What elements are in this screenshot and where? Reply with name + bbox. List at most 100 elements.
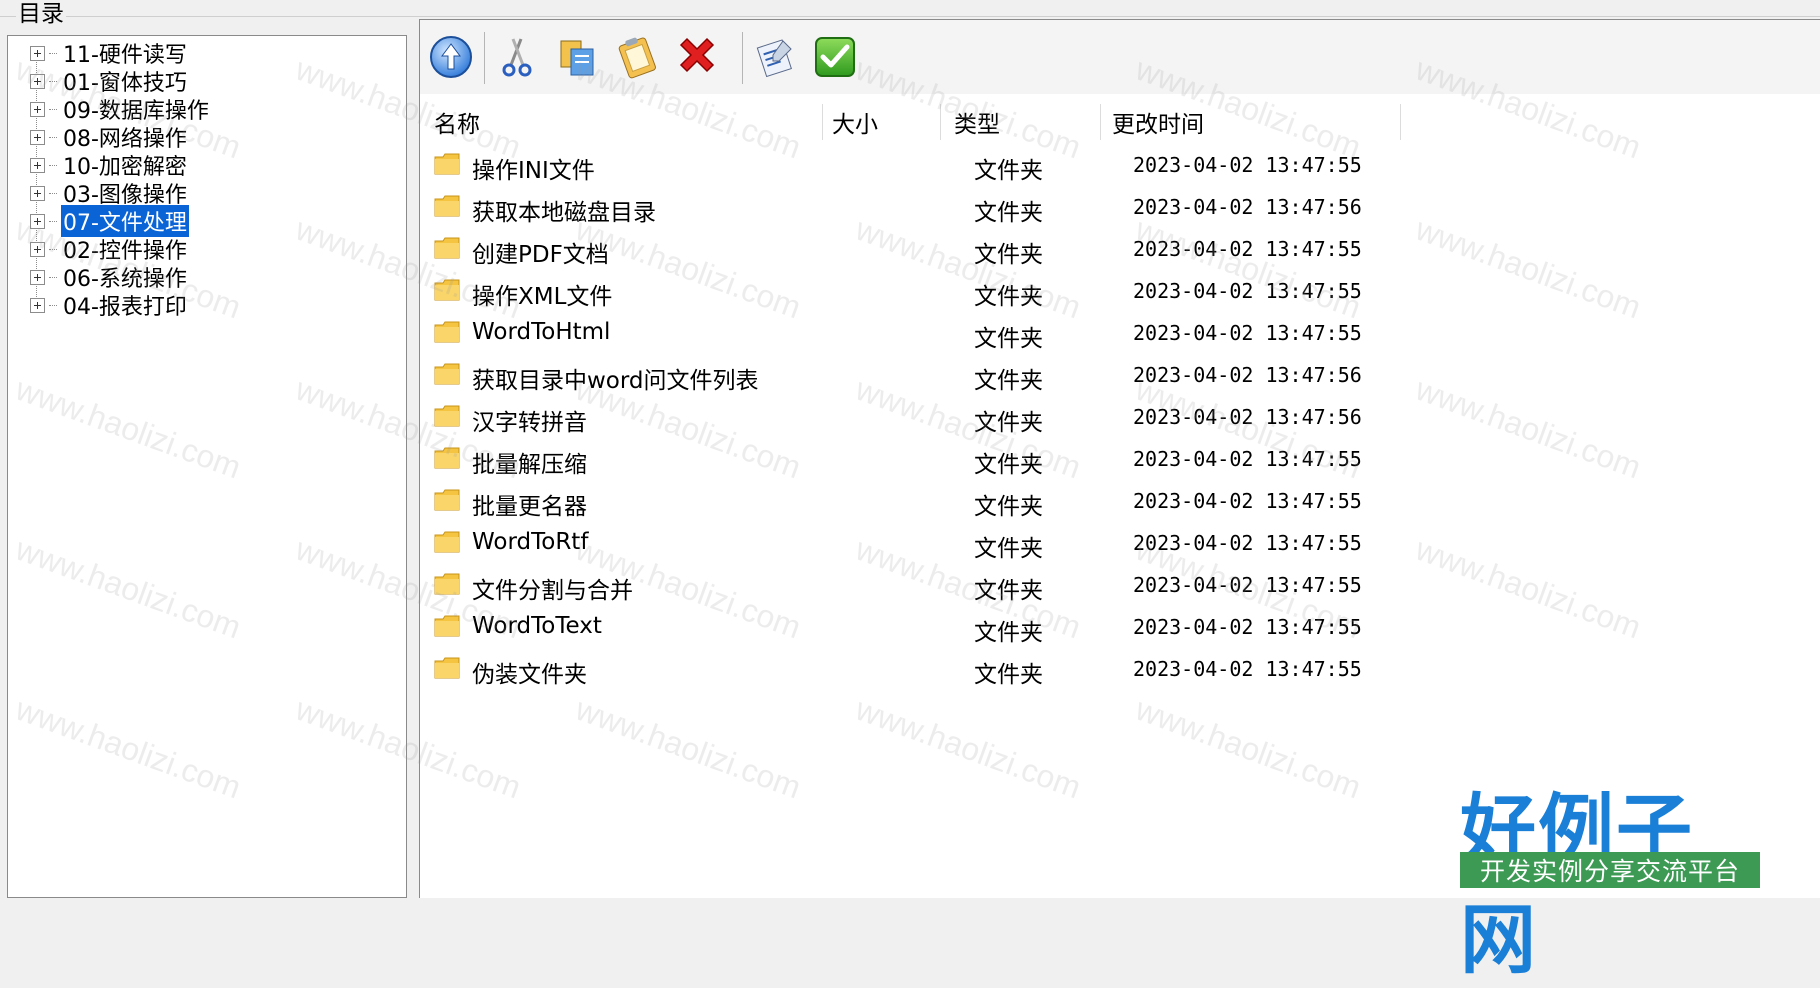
file-row[interactable]: WordToHtml 文件夹 2023-04-02 13:47:55	[434, 312, 1534, 352]
tree-item-06[interactable]: 06-系统操作	[30, 264, 189, 292]
file-row[interactable]: 汉字转拼音 文件夹 2023-04-02 13:47:56	[434, 396, 1534, 436]
confirm-button[interactable]	[812, 34, 858, 80]
file-row[interactable]: 批量更名器 文件夹 2023-04-02 13:47:55	[434, 480, 1534, 520]
folder-icon	[434, 405, 460, 427]
expand-plus-icon[interactable]	[30, 241, 45, 257]
delete-button[interactable]	[674, 34, 720, 80]
rename-button[interactable]	[752, 34, 798, 80]
file-modified: 2023-04-02 13:47:55	[1133, 237, 1362, 261]
file-type: 文件夹	[974, 158, 1043, 184]
file-row[interactable]: WordToRtf 文件夹 2023-04-02 13:47:55	[434, 522, 1534, 562]
file-browser-pane: 名称 大小 类型 更改时间 操作INI文件 文件夹 2023-04-02 13:…	[419, 19, 1820, 898]
paste-icon	[618, 37, 656, 79]
tree-item-label[interactable]: 04-报表打印	[61, 289, 189, 321]
copy-button[interactable]	[554, 34, 600, 80]
column-divider[interactable]	[1400, 104, 1401, 140]
file-type: 文件夹	[974, 662, 1043, 688]
tree-connector	[49, 192, 57, 194]
file-name: 文件分割与合并	[472, 578, 633, 604]
file-type: 文件夹	[974, 326, 1043, 352]
folder-icon	[434, 237, 460, 259]
file-name: 批量更名器	[472, 494, 587, 520]
column-divider[interactable]	[1100, 104, 1101, 140]
file-modified: 2023-04-02 13:47:55	[1133, 321, 1362, 345]
title-strip	[0, 0, 1820, 17]
up-button[interactable]	[428, 34, 474, 80]
file-modified: 2023-04-02 13:47:55	[1133, 279, 1362, 303]
tree-item-10[interactable]: 10-加密解密	[30, 152, 189, 180]
file-row[interactable]: 文件分割与合并 文件夹 2023-04-02 13:47:55	[434, 564, 1534, 604]
tree-connector	[49, 80, 57, 82]
column-header-modified[interactable]: 更改时间	[1112, 104, 1204, 140]
cut-button[interactable]	[494, 34, 540, 80]
copy-icon	[560, 40, 594, 76]
file-type: 文件夹	[974, 368, 1043, 394]
folder-icon	[434, 447, 460, 469]
file-row[interactable]: 批量解压缩 文件夹 2023-04-02 13:47:55	[434, 438, 1534, 478]
column-header-type[interactable]: 类型	[954, 104, 1000, 140]
tree-item-04[interactable]: 04-报表打印	[30, 289, 189, 321]
file-row[interactable]: 操作INI文件 文件夹 2023-04-02 13:47:55	[434, 144, 1534, 184]
tree-item-07-selected[interactable]: 07-文件处理	[30, 205, 189, 237]
expand-plus-icon[interactable]	[30, 269, 45, 285]
file-row[interactable]: 获取本地磁盘目录 文件夹 2023-04-02 13:47:56	[434, 186, 1534, 226]
file-type: 文件夹	[974, 494, 1043, 520]
column-header-name[interactable]: 名称	[434, 104, 480, 140]
file-type: 文件夹	[974, 284, 1043, 310]
file-type: 文件夹	[974, 578, 1043, 604]
file-modified: 2023-04-02 13:47:55	[1133, 447, 1362, 471]
file-name: 操作INI文件	[472, 158, 595, 184]
folder-icon	[434, 321, 460, 343]
tree-item-02[interactable]: 02-控件操作	[30, 236, 189, 264]
toolbar-separator	[742, 32, 743, 84]
file-modified: 2023-04-02 13:47:56	[1133, 363, 1362, 387]
expand-plus-icon[interactable]	[30, 73, 45, 89]
folder-icon	[434, 363, 460, 385]
file-modified: 2023-04-02 13:47:55	[1133, 531, 1362, 555]
file-row[interactable]: WordToText 文件夹 2023-04-02 13:47:55	[434, 606, 1534, 646]
column-header-size[interactable]: 大小	[832, 104, 878, 140]
file-type: 文件夹	[974, 452, 1043, 478]
file-row[interactable]: 伪装文件夹 文件夹 2023-04-02 13:47:55	[434, 648, 1534, 688]
expand-plus-icon[interactable]	[30, 297, 45, 313]
file-name: 批量解压缩	[472, 452, 587, 478]
tree-item-03[interactable]: 03-图像操作	[30, 180, 189, 208]
file-name: 创建PDF文档	[472, 242, 609, 268]
tree-item-09[interactable]: 09-数据库操作	[30, 96, 211, 124]
directory-tree[interactable]: 11-硬件读写 01-窗体技巧 09-数据库操作 08-网络操作 10-加密解密…	[7, 35, 407, 898]
file-name: 操作XML文件	[472, 284, 613, 310]
folder-icon	[434, 153, 460, 175]
tree-item-01[interactable]: 01-窗体技巧	[30, 68, 189, 96]
file-row[interactable]: 操作XML文件 文件夹 2023-04-02 13:47:55	[434, 270, 1534, 310]
column-divider[interactable]	[940, 104, 941, 140]
paste-button[interactable]	[614, 34, 660, 80]
folder-icon	[434, 279, 460, 301]
column-divider[interactable]	[822, 104, 823, 140]
expand-plus-icon[interactable]	[30, 157, 45, 173]
file-modified: 2023-04-02 13:47:56	[1133, 195, 1362, 219]
file-row[interactable]: 获取目录中word问文件列表 文件夹 2023-04-02 13:47:56	[434, 354, 1534, 394]
expand-plus-icon[interactable]	[30, 213, 45, 229]
tree-item-11[interactable]: 11-硬件读写	[30, 40, 189, 68]
expand-plus-icon[interactable]	[30, 101, 45, 117]
folder-icon	[434, 531, 460, 553]
tree-connector	[49, 220, 57, 222]
file-modified: 2023-04-02 13:47:55	[1133, 657, 1362, 681]
file-type: 文件夹	[974, 242, 1043, 268]
file-modified: 2023-04-02 13:47:55	[1133, 615, 1362, 639]
expand-plus-icon[interactable]	[30, 129, 45, 145]
expand-plus-icon[interactable]	[30, 185, 45, 201]
scissors-icon	[502, 38, 532, 77]
file-modified: 2023-04-02 13:47:56	[1133, 405, 1362, 429]
folder-icon	[434, 489, 460, 511]
file-name: WordToRtf	[472, 529, 589, 555]
logo-sub-text: 开发实例分享交流平台	[1460, 852, 1760, 888]
tree-connector	[49, 136, 57, 138]
expand-plus-icon[interactable]	[30, 45, 45, 61]
file-modified: 2023-04-02 13:47:55	[1133, 489, 1362, 513]
file-name: WordToHtml	[472, 319, 611, 345]
folder-icon	[434, 195, 460, 217]
site-logo: 好例子网 开发实例分享交流平台	[1460, 768, 1760, 984]
tree-item-08[interactable]: 08-网络操作	[30, 124, 189, 152]
file-row[interactable]: 创建PDF文档 文件夹 2023-04-02 13:47:55	[434, 228, 1534, 268]
